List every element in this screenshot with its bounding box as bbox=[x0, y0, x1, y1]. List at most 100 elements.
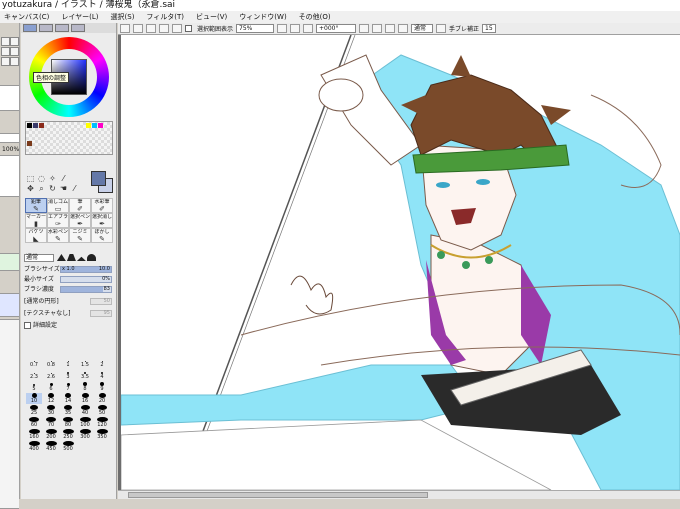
brush-size-preset[interactable]: 500 bbox=[60, 441, 76, 452]
shape-dome-icon[interactable] bbox=[86, 254, 96, 261]
foreground-color[interactable] bbox=[91, 171, 106, 186]
brush-size-preset[interactable]: 450 bbox=[43, 441, 59, 452]
brush-tool[interactable]: 選択ペン ✒ bbox=[69, 213, 91, 228]
brush-size-preset[interactable]: 35 bbox=[60, 405, 76, 416]
brush-size-preset[interactable]: 1.5 bbox=[77, 357, 93, 368]
brush-tool[interactable]: ぼかし ✎ bbox=[91, 228, 113, 243]
zoom-in-button[interactable] bbox=[1, 37, 10, 46]
toolbar-button-extra[interactable] bbox=[436, 24, 447, 33]
zoom-out-toolbar-button[interactable] bbox=[277, 24, 288, 33]
brush-size-preset[interactable]: 250 bbox=[60, 429, 76, 440]
layer-row-active[interactable] bbox=[0, 293, 19, 317]
brush-size-preset[interactable]: 9 bbox=[94, 381, 110, 392]
rotate-left-toolbar-button[interactable] bbox=[359, 24, 370, 33]
rotate-right-button[interactable] bbox=[10, 57, 19, 66]
shape-round-icon[interactable] bbox=[56, 254, 66, 261]
toolbar-button-3[interactable] bbox=[146, 24, 156, 33]
brush-size-preset[interactable]: 400 bbox=[26, 441, 42, 452]
brush-size-slider[interactable]: x 1.0 10.0 bbox=[60, 266, 112, 273]
brush-size-preset[interactable]: 0.7 bbox=[26, 357, 42, 368]
density-slider[interactable]: 83 bbox=[60, 286, 112, 293]
zoom-reset-button[interactable] bbox=[1, 47, 10, 56]
brush-tool[interactable]: 水彩ペン ✎ bbox=[47, 228, 69, 243]
brush-size-preset[interactable]: 3 bbox=[60, 369, 76, 380]
shape-select[interactable]: [通常の円形] bbox=[24, 298, 59, 305]
brush-size-preset[interactable]: 30 bbox=[43, 405, 59, 416]
menu-item[interactable]: フィルタ(T) bbox=[146, 12, 184, 22]
brush-size-preset[interactable]: 120 bbox=[94, 417, 110, 428]
brush-size-preset[interactable]: 160 bbox=[26, 429, 42, 440]
drawing-canvas[interactable] bbox=[121, 35, 680, 490]
zoom-reset-toolbar-button[interactable] bbox=[303, 24, 314, 33]
toolbar-button-2[interactable] bbox=[133, 24, 143, 33]
pen-icon[interactable]: ⁄ bbox=[69, 184, 80, 194]
brush-size-preset[interactable]: 25 bbox=[26, 405, 42, 416]
brush-size-preset[interactable]: 40 bbox=[77, 405, 93, 416]
layer-list[interactable] bbox=[0, 319, 19, 509]
toolbar-button-1[interactable] bbox=[120, 24, 130, 33]
move-icon[interactable]: ✥ bbox=[25, 184, 36, 194]
brush-tool[interactable]: ニジミ ✎ bbox=[69, 228, 91, 243]
hand-icon[interactable]: ☚ bbox=[58, 184, 69, 194]
brush-size-preset[interactable]: 16 bbox=[77, 393, 93, 404]
zoom-in-toolbar-button[interactable] bbox=[290, 24, 301, 33]
rotate-button[interactable] bbox=[10, 47, 19, 56]
tab-hsv-slider[interactable] bbox=[55, 24, 69, 32]
eyedropper-icon[interactable]: ⁄ bbox=[58, 174, 69, 184]
brush-size-preset[interactable]: 2 bbox=[94, 357, 110, 368]
brush-tool[interactable]: 水彩筆 ✐ bbox=[91, 198, 113, 213]
brush-size-preset[interactable]: 5 bbox=[26, 381, 42, 392]
brush-size-preset[interactable]: 300 bbox=[77, 429, 93, 440]
brush-size-preset[interactable]: 100 bbox=[77, 417, 93, 428]
menu-item[interactable]: 選択(S) bbox=[111, 12, 135, 22]
flip-toolbar-button[interactable] bbox=[398, 24, 409, 33]
brush-size-preset[interactable]: 80 bbox=[60, 417, 76, 428]
toolbar-button-5[interactable] bbox=[172, 24, 182, 33]
brush-size-preset[interactable]: 7 bbox=[60, 381, 76, 392]
menu-item[interactable]: ビュー(V) bbox=[196, 12, 227, 22]
rotation-select[interactable]: +000° bbox=[316, 24, 357, 33]
zoom-out-button[interactable] bbox=[10, 37, 19, 46]
blend-select[interactable]: 通常 bbox=[411, 24, 434, 33]
brush-size-preset[interactable]: 0.8 bbox=[43, 357, 59, 368]
texture-select[interactable]: [テクスチャなし] bbox=[24, 310, 70, 317]
horizontal-scrollbar[interactable] bbox=[118, 490, 680, 499]
brush-size-preset[interactable]: 6 bbox=[43, 381, 59, 392]
rotate-right-toolbar-button[interactable] bbox=[372, 24, 383, 33]
brush-tool[interactable]: エアブラシ✑ bbox=[47, 213, 69, 228]
brush-tool[interactable]: マーカー ▮ bbox=[25, 213, 47, 228]
brush-size-preset[interactable]: 2.6 bbox=[43, 369, 59, 380]
rotate-icon[interactable]: ↻ bbox=[47, 184, 58, 194]
brush-tool[interactable]: バケツ ◣ bbox=[25, 228, 47, 243]
brush-size-preset[interactable]: 60 bbox=[26, 417, 42, 428]
brush-size-preset[interactable]: 1 bbox=[60, 357, 76, 368]
brush-tool[interactable]: 消しゴム ▭ bbox=[47, 198, 69, 213]
brush-size-preset[interactable]: 12 bbox=[43, 393, 59, 404]
menu-item[interactable]: キャンバス(C) bbox=[4, 12, 49, 22]
zoom-icon[interactable]: ⌕ bbox=[36, 184, 47, 194]
brush-size-preset[interactable]: 14 bbox=[60, 393, 76, 404]
menu-item[interactable]: レイヤー(L) bbox=[61, 12, 98, 22]
layer-row-selected[interactable] bbox=[0, 253, 19, 271]
detail-toggle[interactable] bbox=[24, 322, 31, 329]
brush-size-preset[interactable]: 4 bbox=[94, 369, 110, 380]
tab-color-wheel[interactable] bbox=[23, 24, 37, 32]
shape-strength-slider[interactable]: 50 bbox=[90, 298, 112, 305]
brush-size-preset[interactable]: 10 bbox=[26, 393, 42, 404]
toolbar-button-4[interactable] bbox=[159, 24, 169, 33]
rotate-left-button[interactable] bbox=[1, 57, 10, 66]
zoom-select[interactable]: 75% bbox=[236, 24, 275, 33]
rotate-reset-toolbar-button[interactable] bbox=[385, 24, 396, 33]
brush-size-preset[interactable]: 200 bbox=[43, 429, 59, 440]
brush-size-preset[interactable]: 20 bbox=[94, 393, 110, 404]
menu-item[interactable]: ウィンドウ(W) bbox=[239, 12, 286, 22]
texture-strength-slider[interactable]: 95 bbox=[90, 310, 112, 317]
brush-tool[interactable]: 鉛筆 ✎ bbox=[25, 198, 47, 213]
brush-size-preset[interactable]: 8 bbox=[77, 381, 93, 392]
brush-size-preset[interactable]: 70 bbox=[43, 417, 59, 428]
horizontal-scroll-thumb[interactable] bbox=[128, 492, 428, 498]
menu-item[interactable]: その他(O) bbox=[299, 12, 331, 22]
selection-visible-checkbox[interactable] bbox=[185, 25, 192, 32]
blend-mode-select[interactable]: 通常 bbox=[24, 253, 54, 262]
tab-swatches[interactable] bbox=[71, 24, 85, 32]
